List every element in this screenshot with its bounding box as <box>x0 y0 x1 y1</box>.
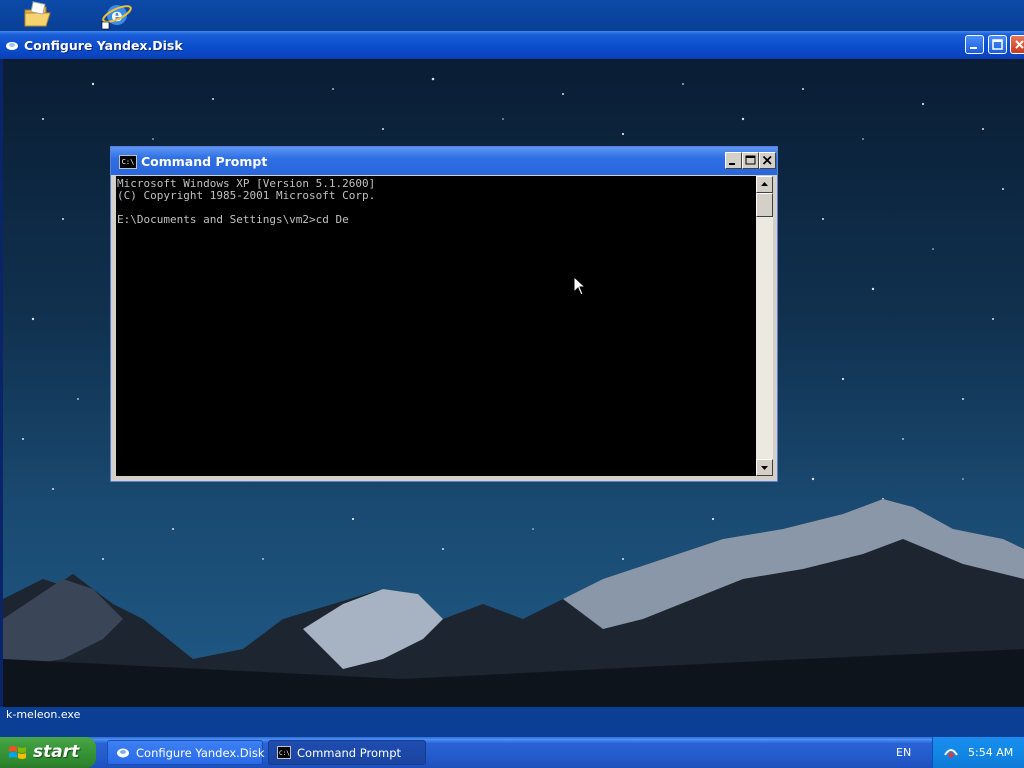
console-prompt-line: E:\Documents and Settings\vm2>cd De <box>117 213 349 226</box>
status-text: k-meleon.exe <box>6 708 81 721</box>
outer-window-title: Configure Yandex.Disk <box>24 38 183 53</box>
yandex-disk-icon <box>5 39 19 51</box>
cmd-title-bar[interactable]: C:\ Command Prompt <box>111 147 777 175</box>
cmd-minimize-button[interactable] <box>725 152 742 169</box>
maximize-button[interactable] <box>988 35 1007 54</box>
console-vertical-scrollbar[interactable] <box>756 176 773 476</box>
taskbar: start Configure Yandex.Disk C:\ Command … <box>0 737 1024 768</box>
cmd-window-title: Command Prompt <box>141 154 268 169</box>
clock[interactable]: 5:54 AM <box>968 746 1013 759</box>
folder-icon[interactable] <box>22 0 54 30</box>
network-icon[interactable] <box>943 745 959 759</box>
cmd-icon: C:\ <box>119 155 137 169</box>
windows-logo-icon <box>8 744 28 762</box>
cmd-maximize-button[interactable] <box>742 152 759 169</box>
system-tray: 5:54 AM <box>932 737 1024 768</box>
language-indicator[interactable]: EN <box>896 746 911 759</box>
cmd-icon: C:\ <box>277 746 291 759</box>
internet-explorer-icon[interactable]: e <box>100 0 132 30</box>
svg-text:C:\: C:\ <box>279 750 290 757</box>
scroll-up-button[interactable] <box>756 176 773 193</box>
mouse-cursor-icon <box>573 275 587 297</box>
scroll-down-button[interactable] <box>756 459 773 476</box>
close-button[interactable] <box>1010 35 1024 54</box>
start-label: start <box>33 742 80 762</box>
status-bar: k-meleon.exe <box>0 707 1024 737</box>
minimize-button[interactable] <box>965 35 984 54</box>
taskbar-item-configure-yandex-disk[interactable]: Configure Yandex.Disk <box>107 740 265 765</box>
console-line: (C) Copyright 1985-2001 Microsoft Corp. <box>117 189 376 202</box>
scroll-thumb[interactable] <box>756 193 773 217</box>
task-label: Configure Yandex.Disk <box>136 746 265 760</box>
outer-title-bar[interactable]: Configure Yandex.Disk <box>0 31 1024 59</box>
cmd-close-button[interactable] <box>759 152 776 169</box>
command-prompt-window: C:\ Command Prompt Microsoft Windows XP … <box>110 146 778 482</box>
console-output[interactable]: Microsoft Windows XP [Version 5.1.2600](… <box>116 176 756 476</box>
taskbar-item-command-prompt[interactable]: C:\ Command Prompt <box>268 740 426 765</box>
task-label: Command Prompt <box>297 746 402 760</box>
desktop-top-strip: e <box>0 0 1024 32</box>
start-button[interactable]: start <box>0 737 96 768</box>
yandex-disk-icon <box>116 746 130 759</box>
